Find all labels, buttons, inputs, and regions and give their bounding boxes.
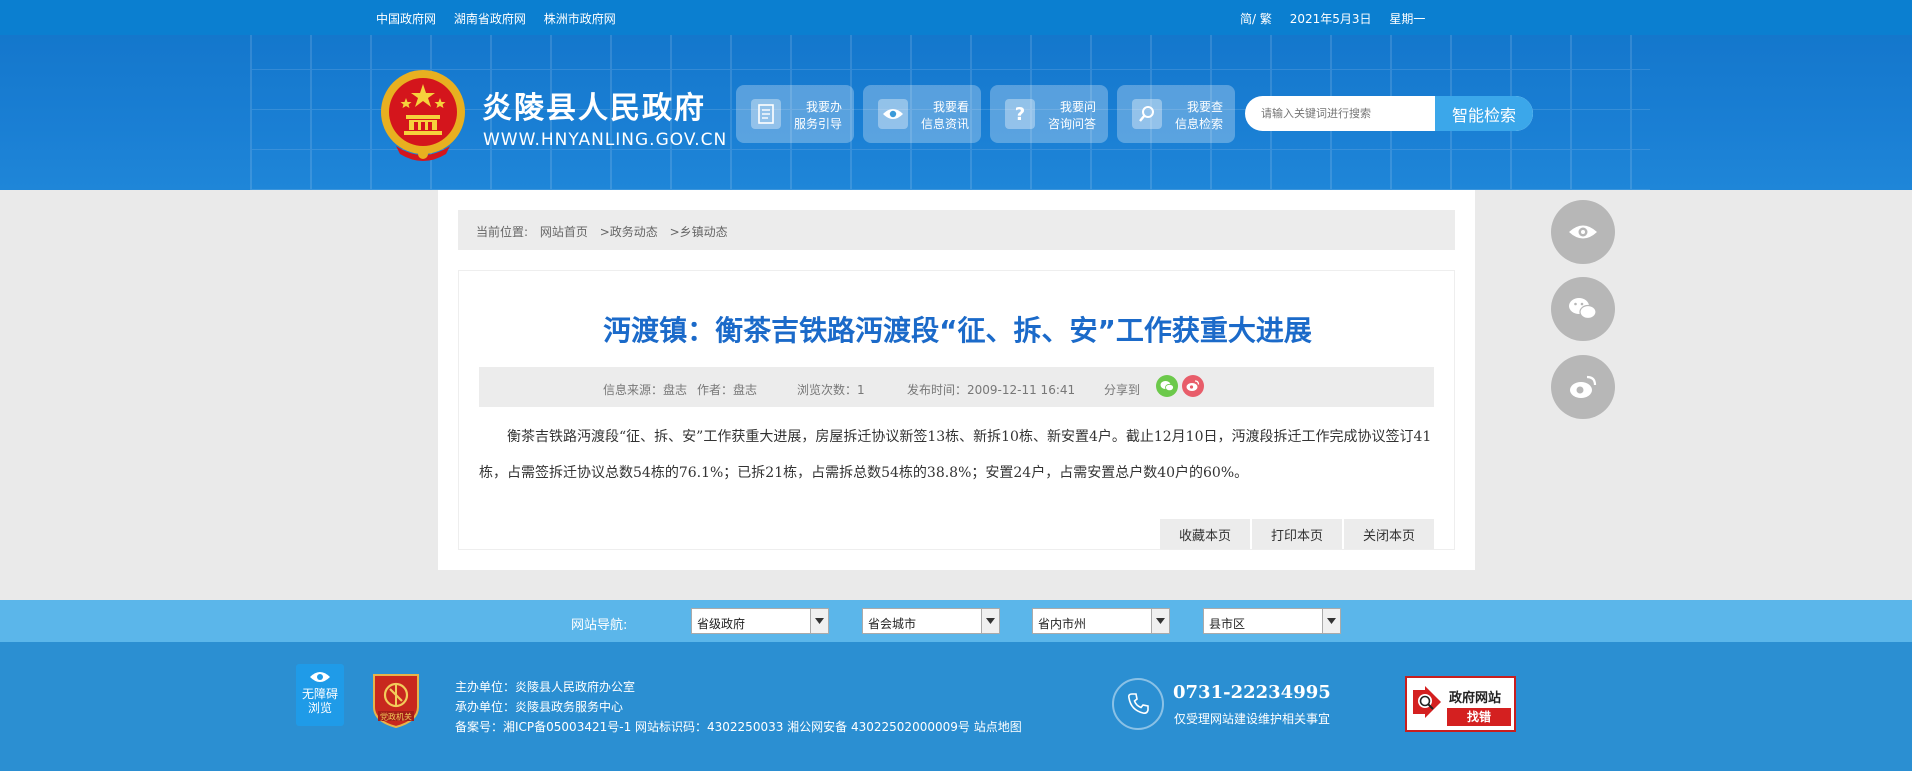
- select-value: 省会城市: [868, 617, 917, 631]
- breadcrumb-home[interactable]: 网站首页: [540, 225, 588, 239]
- eye-icon: [310, 672, 330, 682]
- error-report-action: 找错: [1447, 708, 1511, 726]
- link-zhuzhou-gov[interactable]: 株洲市政府网: [544, 12, 616, 26]
- service-sublabel: 信息检索: [1174, 117, 1223, 131]
- chevron-down-icon: [981, 609, 999, 633]
- magnifier-icon: [1413, 686, 1441, 718]
- meta-source: 信息来源：盘志: [603, 383, 688, 397]
- footer: 无障碍 浏览 党政机关 主办单位：炎陵县人民政府办公室 承办单位：炎陵县政务服务…: [0, 642, 1912, 771]
- weibo-icon[interactable]: [1182, 375, 1204, 397]
- breadcrumb-gov-news[interactable]: >政务动态: [600, 225, 658, 239]
- current-date: 2021年5月3日: [1289, 12, 1372, 26]
- select-value: 县市区: [1209, 617, 1246, 631]
- service-ask-button[interactable]: ? 我要问 咨询问答: [990, 85, 1108, 143]
- footer-organizer: 承办单位：炎陵县政务服务中心: [455, 700, 624, 714]
- contact-phone: 0731-22234995: [1173, 682, 1331, 703]
- gov-website-error-report[interactable]: 政府网站 找错: [1405, 676, 1516, 732]
- link-hunan-gov[interactable]: 湖南省政府网: [454, 12, 526, 26]
- eye-icon: [1569, 225, 1597, 239]
- wechat-share-button[interactable]: [1551, 277, 1615, 341]
- service-label: 我要查: [1186, 100, 1223, 114]
- breadcrumb-town-news[interactable]: >乡镇动态: [670, 225, 728, 239]
- meta-published: 发布时间：2009-12-11 16:41: [907, 383, 1076, 397]
- language-toggle[interactable]: 简/ 繁: [1240, 12, 1272, 26]
- share-label: 分享到: [1104, 383, 1141, 397]
- chevron-down-icon: [810, 609, 828, 633]
- service-view-button[interactable]: 我要看 信息资讯: [863, 85, 981, 143]
- bookmark-page-button[interactable]: 收藏本页: [1160, 519, 1250, 549]
- service-search-button[interactable]: 我要查 信息检索: [1117, 85, 1235, 143]
- select-counties[interactable]: 县市区: [1203, 608, 1341, 634]
- wechat-icon: [1569, 298, 1597, 320]
- meta-views: 浏览次数：1: [797, 383, 865, 397]
- weibo-icon: [1570, 375, 1597, 398]
- print-page-button[interactable]: 打印本页: [1252, 519, 1342, 549]
- select-value: 省内市州: [1038, 617, 1087, 631]
- site-url: WWW.HNYANLING.GOV.CN: [483, 130, 728, 150]
- select-capital-cities[interactable]: 省会城市: [862, 608, 1000, 634]
- service-label: 我要问: [1059, 100, 1096, 114]
- footer-host: 主办单位：炎陵县人民政府办公室: [455, 680, 636, 694]
- main-content: 当前位置: 网站首页 >政务动态 >乡镇动态 沔渡镇：衡茶吉铁路沔渡段“征、拆、…: [438, 190, 1475, 570]
- accessibility-browse-badge[interactable]: 无障碍 浏览: [296, 664, 344, 726]
- service-sublabel: 信息资讯: [920, 117, 969, 131]
- party-badge-text: 党政机关: [380, 712, 412, 722]
- article-title: 沔渡镇：衡茶吉铁路沔渡段“征、拆、安”工作获重大进展: [603, 314, 1312, 347]
- breadcrumb-prefix: 当前位置:: [476, 225, 529, 239]
- smart-search-button[interactable]: 智能检索: [1435, 96, 1533, 131]
- article: 沔渡镇：衡茶吉铁路沔渡段“征、拆、安”工作获重大进展 信息来源：盘志 作者：盘志…: [458, 270, 1455, 550]
- weekday: 星期一: [1389, 12, 1426, 26]
- article-body: 衡茶吉铁路沔渡段“征、拆、安”工作获重大进展，房屋拆迁协议新签13栋、新拆10栋…: [479, 429, 1432, 481]
- error-report-title: 政府网站: [1449, 691, 1502, 706]
- site-nav-label: 网站导航:: [571, 618, 628, 633]
- contact-phone-note: 仅受理网站建设维护相关事宜: [1174, 712, 1331, 726]
- service-label: 我要看: [932, 100, 969, 114]
- wechat-icon[interactable]: [1156, 375, 1178, 397]
- breadcrumb: 当前位置: 网站首页 >政务动态 >乡镇动态: [458, 210, 1455, 250]
- service-sublabel: 服务引导: [793, 117, 842, 131]
- footer-record: 备案号：湘ICP备05003421号-1 网站标识码：4302250033 湘公…: [455, 720, 1022, 734]
- footer-info: 主办单位：炎陵县人民政府办公室 承办单位：炎陵县政务服务中心 备案号：湘ICP备…: [455, 677, 1022, 737]
- article-meta: 信息来源：盘志 作者：盘志 浏览次数：1 发布时间：2009-12-11 16:…: [479, 367, 1434, 407]
- phone-icon: [1112, 678, 1164, 730]
- search-box: 智能检索: [1245, 96, 1533, 131]
- meta-author: 作者：盘志: [697, 383, 758, 397]
- header: 炎陵县人民政府 WWW.HNYANLING.GOV.CN 我要办 服务引导 我要…: [0, 35, 1912, 190]
- site-name: 炎陵县人民政府: [482, 91, 706, 126]
- top-links: 中国政府网 湖南省政府网 株洲市政府网: [376, 10, 630, 27]
- accessibility-label-2: 浏览: [307, 701, 332, 715]
- search-input[interactable]: [1245, 96, 1435, 131]
- question-icon: ?: [1005, 99, 1035, 129]
- eye-icon: [878, 99, 908, 129]
- link-china-gov[interactable]: 中国政府网: [376, 12, 436, 26]
- select-province-cities[interactable]: 省内市州: [1032, 608, 1170, 634]
- top-bar: 中国政府网 湖南省政府网 株洲市政府网 简/ 繁 2021年5月3日 星期一: [0, 0, 1912, 35]
- site-nav-bar: 网站导航: 省级政府 省会城市 省内市州 县市区: [0, 600, 1912, 642]
- accessibility-view-button[interactable]: [1551, 200, 1615, 264]
- magnifier-icon: [1132, 99, 1162, 129]
- top-right: 简/ 繁 2021年5月3日 星期一: [1240, 10, 1439, 27]
- accessibility-label: 无障碍: [301, 687, 338, 701]
- service-handle-button[interactable]: 我要办 服务引导: [736, 85, 854, 143]
- service-sublabel: 咨询问答: [1047, 117, 1096, 131]
- chevron-down-icon: [1151, 609, 1169, 633]
- national-emblem-icon: [381, 70, 465, 161]
- select-provincial-gov[interactable]: 省级政府: [691, 608, 829, 634]
- document-icon: [751, 99, 781, 129]
- article-actions: 收藏本页 打印本页 关闭本页: [1158, 519, 1434, 549]
- service-label: 我要办: [805, 100, 842, 114]
- select-value: 省级政府: [697, 617, 746, 631]
- party-government-badge-icon[interactable]: 党政机关: [370, 671, 422, 729]
- close-page-button[interactable]: 关闭本页: [1344, 519, 1434, 549]
- weibo-share-button[interactable]: [1551, 355, 1615, 419]
- chevron-down-icon: [1322, 609, 1340, 633]
